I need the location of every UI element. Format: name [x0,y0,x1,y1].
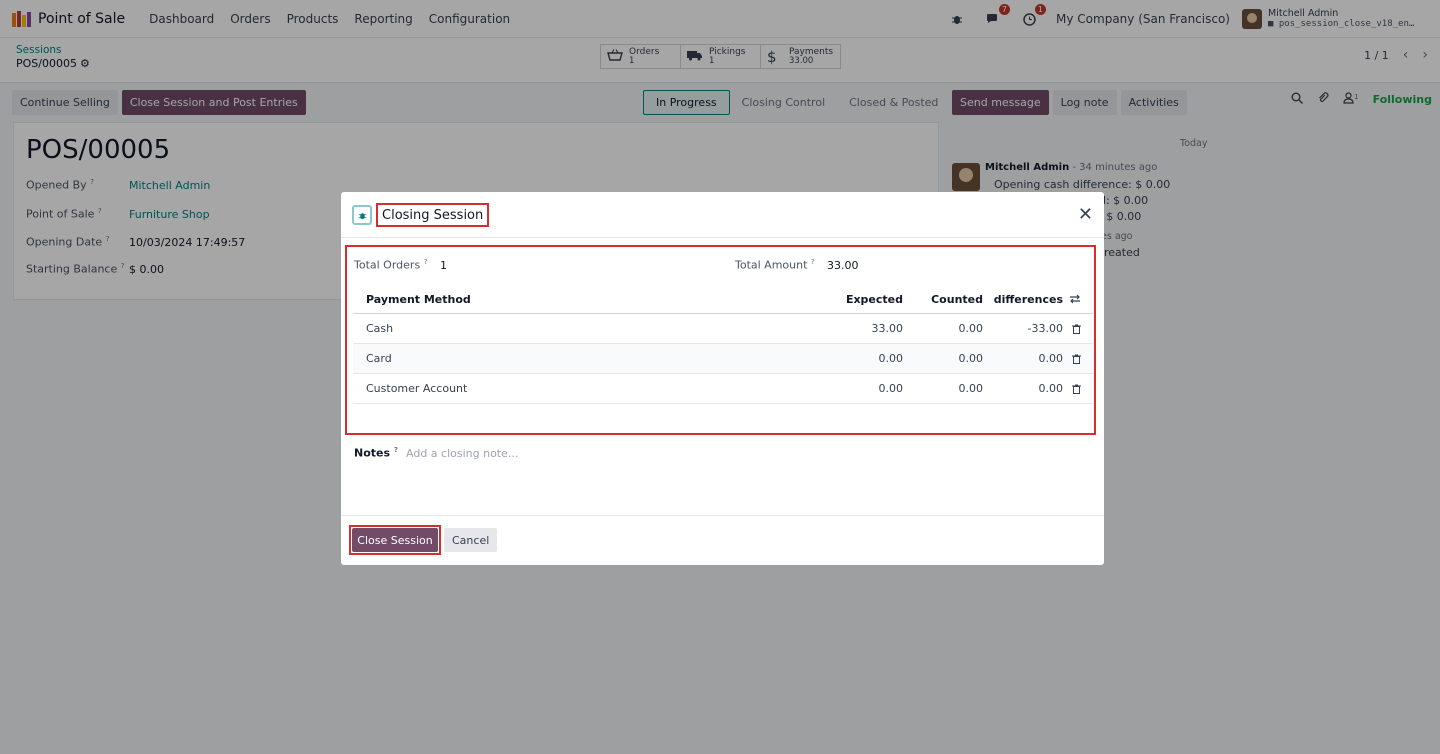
trash-icon[interactable] [1072,344,1081,373]
cancel-button[interactable]: Cancel [444,528,498,552]
closing-note-input[interactable]: Add a closing note... [406,447,518,460]
payment-method-name: Customer Account [366,382,468,395]
col-differences: differences [993,292,1063,306]
col-counted: Counted [931,292,983,306]
dialog-header: Closing Session ✕ [341,192,1104,238]
counted-amount[interactable]: 0.00 [959,344,984,373]
payment-method-name: Cash [366,322,394,335]
total-amount-label: Total Amount ? [735,258,815,272]
total-orders-label: Total Orders ? [354,258,428,272]
close-icon[interactable]: ✕ [1078,204,1093,225]
close-session-button[interactable]: Close Session [352,528,438,552]
expected-amount: 0.00 [878,382,904,395]
col-expected: Expected [845,292,903,306]
closing-session-dialog: Closing Session ✕ Total Orders ? 1 Total… [341,192,1104,565]
trash-icon[interactable] [1072,314,1081,343]
notes-label: Notes ? [354,446,398,460]
counted-amount[interactable]: 0.00 [959,314,984,343]
table-row[interactable]: Customer Account 0.00 0.00 0.00 [353,374,1093,404]
payment-methods-table: Payment Method Expected Counted differen… [353,285,1093,404]
expected-amount: 33.00 [871,322,904,335]
bug-icon[interactable] [352,205,372,225]
difference-amount: 0.00 [1038,352,1064,365]
total-amount-value: 33.00 [827,259,859,272]
close-session-highlight: Close Session [349,525,441,555]
dialog-title: Closing Session [376,203,490,227]
expected-amount: 0.00 [878,352,904,365]
table-row[interactable]: Card 0.00 0.00 0.00 [353,344,1093,374]
col-payment-method: Payment Method [366,292,471,306]
dialog-footer: Close Session Cancel [341,515,1104,565]
trash-icon[interactable] [1072,374,1081,403]
column-settings-icon[interactable] [1069,285,1081,313]
payment-method-name: Card [366,352,392,365]
difference-amount: -33.00 [1027,322,1063,335]
total-orders-value: 1 [440,259,447,272]
table-header: Payment Method Expected Counted differen… [353,285,1093,314]
difference-amount: 0.00 [1038,382,1064,395]
counted-amount[interactable]: 0.00 [959,374,984,403]
table-row[interactable]: Cash 33.00 0.00 -33.00 [353,314,1093,344]
